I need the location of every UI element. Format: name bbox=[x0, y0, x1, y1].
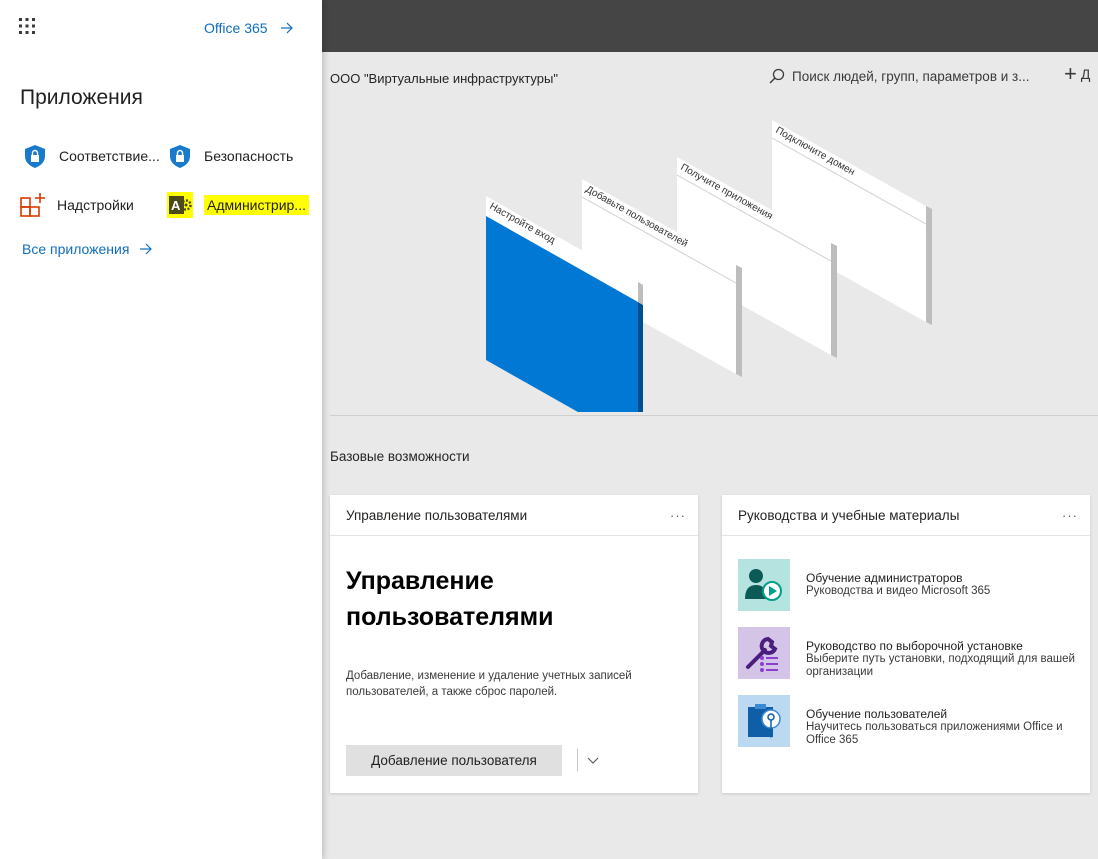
arrow-right-icon bbox=[140, 243, 153, 255]
guide-subtitle: Научитесь пользоваться приложениями Offi… bbox=[806, 721, 1063, 746]
section-divider bbox=[330, 415, 1098, 416]
guide-subtitle: Выберите путь установки, подходящий для … bbox=[806, 653, 1075, 678]
guides-card-title: Руководства и учебные материалы bbox=[738, 507, 960, 523]
office365-link-label: Office 365 bbox=[204, 20, 268, 36]
setup-hero-illustration: Подключите домен Получите приложения Доб… bbox=[486, 120, 932, 412]
guides-card: Руководства и учебные материалы ··· Обуч… bbox=[722, 495, 1090, 793]
all-apps-link[interactable]: Все приложения bbox=[22, 241, 153, 257]
guide-title: Руководство по выборочной установке bbox=[806, 639, 1023, 653]
user-management-card-title: Управление пользователями bbox=[346, 507, 528, 523]
more-options-icon[interactable]: ··· bbox=[1062, 508, 1078, 523]
user-training-icon bbox=[738, 695, 790, 747]
panel-title: Приложения bbox=[20, 86, 143, 109]
split-button-divider bbox=[577, 749, 578, 771]
app-launcher-panel: Office 365 Приложения Соответствие... Бе… bbox=[0, 0, 322, 859]
add-user-button[interactable]: Добавление пользователя bbox=[346, 745, 562, 776]
guide-item-user-training[interactable]: Обучение пользователей Научитесь пользов… bbox=[738, 695, 1078, 747]
chevron-down-icon[interactable] bbox=[585, 752, 601, 768]
app-label: Безопасность bbox=[204, 148, 294, 164]
app-label-highlighted: Администрир... bbox=[204, 195, 309, 215]
all-apps-label: Все приложения bbox=[22, 241, 130, 257]
add-ins-icon bbox=[20, 193, 45, 217]
office365-link[interactable]: Office 365 bbox=[204, 20, 294, 36]
app-compliance[interactable]: Соответствие... bbox=[22, 143, 160, 169]
organization-name: ООО "Виртуальные инфраструктуры" bbox=[330, 71, 558, 86]
setup-tools-icon bbox=[738, 627, 790, 679]
svg-text:A: A bbox=[171, 198, 181, 213]
app-label: Надстройки bbox=[57, 197, 134, 213]
guides-card-header: Руководства и учебные материалы ··· bbox=[722, 495, 1090, 536]
search-box[interactable]: Поиск людей, групп, параметров и з... bbox=[768, 67, 1029, 85]
more-options-icon[interactable]: ··· bbox=[670, 508, 686, 523]
guide-item-admin-training[interactable]: Обучение администраторов Руководства и в… bbox=[738, 559, 1078, 611]
app-security[interactable]: Безопасность bbox=[167, 143, 293, 169]
guide-item-setup[interactable]: Руководство по выборочной установке Выбе… bbox=[738, 627, 1078, 679]
admin-training-icon bbox=[738, 559, 790, 611]
guide-title: Обучение администраторов bbox=[806, 571, 963, 585]
user-management-description: Добавление, изменение и удаление учетных… bbox=[346, 670, 632, 698]
arrow-right-icon bbox=[280, 22, 293, 34]
app-launcher-icon[interactable] bbox=[18, 17, 36, 35]
shield-lock-icon bbox=[25, 145, 45, 168]
search-placeholder: Поиск людей, групп, параметров и з... bbox=[792, 68, 1030, 84]
app-add-ins[interactable]: Надстройки bbox=[20, 192, 134, 218]
add-button[interactable]: + Д bbox=[1064, 61, 1091, 86]
admin-main: ООО "Виртуальные инфраструктуры" Поиск л… bbox=[322, 52, 1098, 859]
shield-lock-icon bbox=[170, 145, 190, 168]
guide-subtitle: Руководства и видео Microsoft 365 bbox=[806, 585, 991, 597]
app-admin[interactable]: A Администрир... bbox=[167, 192, 309, 218]
user-management-big-title: Управление пользователями bbox=[346, 567, 554, 631]
admin-icon: A bbox=[167, 192, 193, 218]
user-management-card: Управление пользователями ··· Управление… bbox=[330, 495, 698, 793]
app-label: Соответствие... bbox=[59, 148, 160, 164]
user-management-card-header: Управление пользователями ··· bbox=[330, 495, 698, 536]
guide-title: Обучение пользователей bbox=[806, 707, 948, 721]
plus-icon: + bbox=[1064, 61, 1077, 86]
section-title: Базовые возможности bbox=[330, 449, 470, 464]
search-icon bbox=[769, 68, 785, 84]
add-button-label: Д bbox=[1080, 66, 1091, 82]
